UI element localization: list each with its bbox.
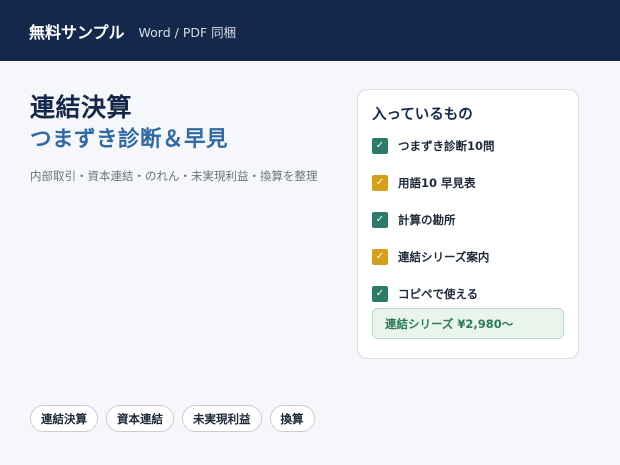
top-banner: 無料サンプル Word / PDF 同梱 (0, 0, 620, 61)
checkbox-checked-icon: ✓ (372, 249, 388, 265)
checkbox-checked-icon: ✓ (372, 212, 388, 228)
checkbox-checked-icon: ✓ (372, 138, 388, 154)
tag-chip[interactable]: 連結決算 (30, 405, 98, 432)
contents-item: ✓ 連結シリーズ案内 (372, 248, 489, 266)
page: 無料サンプル Word / PDF 同梱 連結決算 つまずき診断＆早見 内部取引… (0, 0, 620, 465)
contents-item-label: コピペで使える (398, 287, 479, 301)
contents-item: ✓ コピペで使える (372, 285, 478, 303)
hero-title-line1: 連結決算 (30, 93, 133, 122)
tag-chip[interactable]: 未実現利益 (182, 405, 262, 432)
contents-item-label: つまずき診断10問 (398, 139, 495, 153)
contents-item: ✓ つまずき診断10問 (372, 137, 495, 155)
contents-item-label: 連結シリーズ案内 (398, 250, 490, 264)
contents-item: ✓ 用語10 早見表 (372, 174, 476, 192)
contents-item-label: 用語10 早見表 (398, 176, 476, 190)
format-subtitle: Word / PDF 同梱 (138, 25, 237, 40)
contents-card-title: 入っているもの (372, 107, 473, 123)
contents-item: ✓ 計算の勘所 (372, 211, 456, 229)
contents-card: 入っているもの ✓ つまずき診断10問 ✓ 用語10 早見表 ✓ 計算の勘所 ✓… (357, 89, 579, 359)
checkbox-checked-icon: ✓ (372, 286, 388, 302)
tag-chip[interactable]: 資本連結 (106, 405, 174, 432)
series-price-badge: 連結シリーズ ¥2,980〜 (372, 308, 564, 339)
checkbox-checked-icon: ✓ (372, 175, 388, 191)
tag-list: 連結決算 資本連結 未実現利益 換算 (30, 405, 315, 432)
tag-chip[interactable]: 換算 (269, 405, 315, 432)
hero-description: 内部取引・資本連結・のれん・未実現利益・換算を整理 (30, 169, 318, 183)
contents-item-label: 計算の勘所 (398, 213, 456, 227)
brand-title: 無料サンプル (29, 22, 125, 42)
hero-title-line2: つまずき診断＆早見 (30, 127, 229, 152)
